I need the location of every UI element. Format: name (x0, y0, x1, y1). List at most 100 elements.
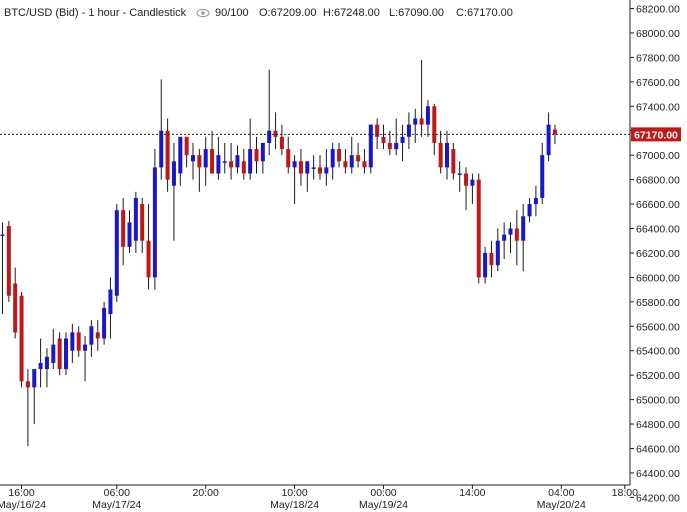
candle-body (260, 142, 265, 162)
close-value: C:67170.00 (456, 7, 513, 19)
x-tick-time: 18:00 (612, 487, 638, 499)
y-tick-label: 67400.00 (636, 101, 680, 113)
candle-body (527, 204, 532, 217)
high-value: H:67248.00 (323, 7, 380, 19)
candle (102, 301, 107, 345)
candle-body (51, 344, 56, 363)
candle-body (273, 130, 278, 137)
candle-body (178, 136, 183, 174)
y-tick-label: 64600.00 (636, 444, 680, 456)
candle-body (235, 155, 240, 168)
candle-body (0, 234, 5, 237)
x-tick-time: 10:00 (281, 487, 307, 499)
candle-body (254, 149, 259, 162)
candle (368, 124, 373, 174)
bar-count: 90/100 (215, 7, 249, 19)
candle-body (108, 289, 113, 315)
candle (152, 149, 157, 290)
y-tick-label: 67000.00 (636, 150, 680, 162)
candle-body (445, 142, 449, 168)
candle-body (102, 307, 107, 339)
candle-body (114, 210, 119, 296)
candle-body (343, 161, 348, 168)
y-tick-label: 65800.00 (636, 297, 680, 309)
x-tick-date: May/20/24 (537, 499, 586, 511)
candle-body (502, 234, 507, 241)
x-tick-time: 04:00 (548, 487, 574, 499)
y-tick-label: 67800.00 (636, 52, 680, 64)
candle-body (400, 136, 405, 143)
candle-body (140, 204, 145, 241)
candle-body (394, 142, 399, 150)
plot-background (0, 0, 687, 512)
x-tick-time: 20:00 (193, 487, 219, 499)
candle-body (368, 124, 373, 168)
candle-body (241, 161, 246, 174)
y-tick-label: 65200.00 (636, 370, 680, 382)
candle-body (438, 142, 443, 168)
candle-body (419, 118, 424, 125)
candle-body (387, 142, 392, 150)
y-axis: 64200.00 64400.00 64600.00 64800.00 65000.00… (630, 4, 680, 504)
y-tick-label: 66600.00 (636, 199, 680, 211)
candle-body (432, 106, 437, 143)
candle-body (44, 356, 49, 370)
candle-body (19, 295, 24, 382)
chart-header: BTC/USD (Bid) - 1 hour - Candlestick 90/… (4, 7, 513, 19)
candle-body (533, 197, 538, 205)
candle-body (286, 149, 291, 168)
candle-body (13, 283, 18, 333)
candle-body (451, 149, 456, 174)
candle-body (292, 161, 297, 168)
x-tick-time: 00:00 (370, 487, 396, 499)
candle-body (171, 161, 176, 186)
y-tick-label: 66200.00 (636, 248, 680, 260)
candle-body (514, 228, 519, 241)
candlestick-chart[interactable]: 64200.00 64400.00 64600.00 64800.00 65000.00… (0, 0, 687, 512)
candle-body (311, 167, 316, 169)
y-tick-label: 64800.00 (636, 419, 680, 431)
y-tick-label: 68200.00 (636, 4, 680, 16)
svg-text:67170.00: 67170.00 (634, 129, 678, 141)
candle-body (38, 362, 43, 370)
candle-body (57, 338, 62, 370)
y-tick-label: 65600.00 (636, 321, 680, 333)
candle-body (279, 136, 284, 150)
candle-body (489, 252, 494, 266)
y-tick-label: 65400.00 (636, 346, 680, 358)
candle-body (521, 216, 526, 241)
y-tick-label: 65000.00 (636, 395, 680, 407)
candle-body (222, 161, 227, 163)
candle-body (184, 136, 189, 156)
candle-body (6, 226, 11, 296)
candle (64, 332, 68, 376)
candle-body (406, 124, 411, 137)
y-tick-label: 64400.00 (636, 468, 680, 480)
candle-body (349, 155, 354, 168)
candle-body (25, 381, 30, 388)
candle-body (381, 136, 386, 143)
x-tick-time: 16:00 (8, 487, 34, 499)
candle-body (76, 332, 81, 351)
candle-body (165, 130, 170, 180)
candle-body (298, 161, 303, 174)
candle (114, 204, 119, 302)
y-tick-label: 68000.00 (636, 28, 680, 40)
x-tick-date: May/16/24 (0, 499, 46, 511)
candle-body (337, 149, 342, 162)
candle-body (146, 240, 151, 278)
current-price-label: 67170.00 (631, 127, 681, 142)
candle-body (476, 179, 481, 278)
candle (57, 332, 62, 376)
candle-body (318, 167, 322, 174)
candle-body (210, 149, 215, 174)
candle (19, 292, 24, 388)
candle (476, 173, 481, 284)
candle-body (470, 179, 475, 186)
y-tick-label: 64200.00 (636, 492, 680, 504)
candle-body (305, 161, 310, 174)
candle-body (356, 155, 361, 162)
candle-body (464, 173, 469, 186)
candle-body (127, 222, 132, 247)
candle-body (197, 155, 202, 168)
